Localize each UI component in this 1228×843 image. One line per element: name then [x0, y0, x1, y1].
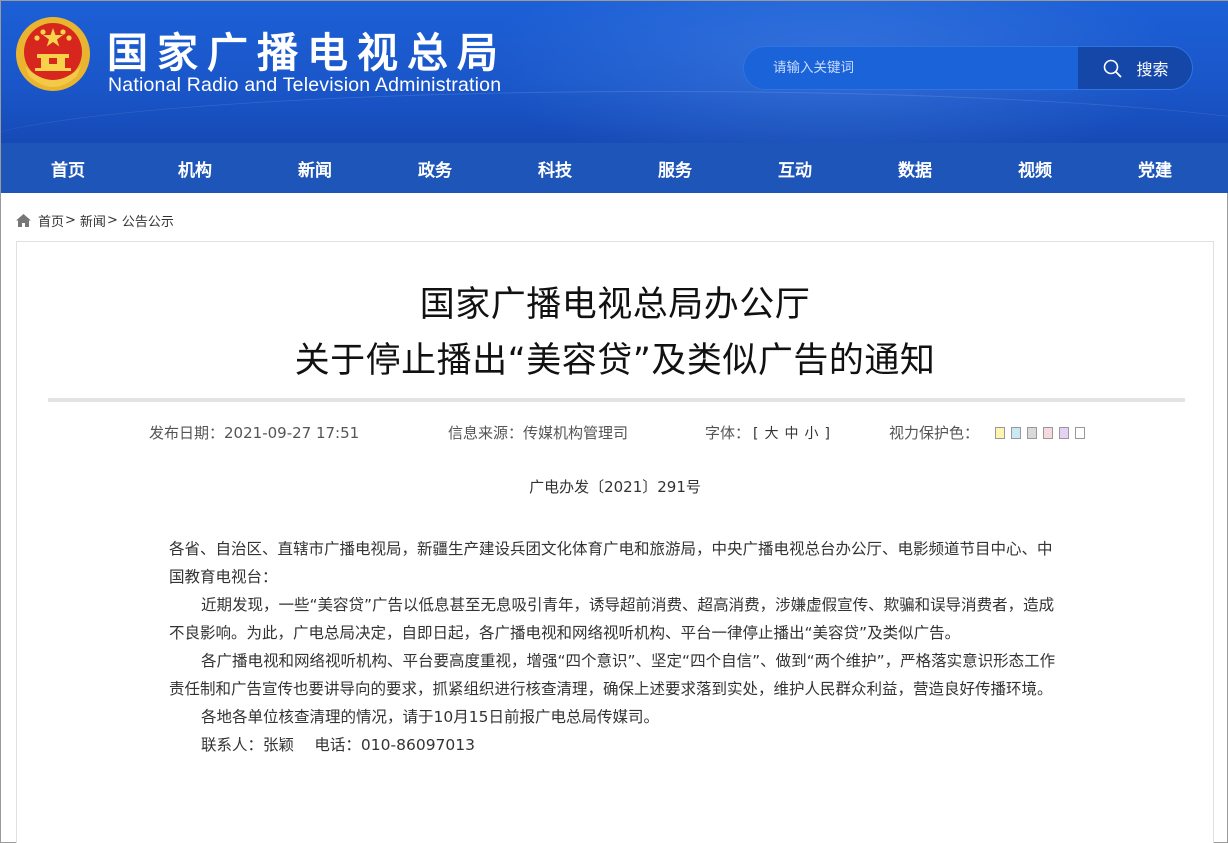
search-input[interactable]: [744, 47, 1078, 89]
nav-item-home[interactable]: 首页: [1, 143, 135, 193]
info-source-value: 传媒机构管理司: [523, 424, 629, 442]
eye-color-swatch-blue[interactable]: [1011, 426, 1022, 439]
search-button-label: 搜索: [1136, 60, 1169, 79]
font-size-small[interactable]: 小: [804, 426, 818, 442]
nav-item-technology[interactable]: 科技: [495, 143, 615, 193]
font-bracket-open: [: [753, 426, 759, 442]
eye-protection-colors: 视力保护色：: [889, 422, 1091, 443]
eye-color-swatch-pink[interactable]: [1043, 426, 1054, 439]
nav-item-interaction[interactable]: 互动: [735, 143, 855, 193]
breadcrumb-news[interactable]: 新闻: [80, 211, 106, 230]
article-title: 国家广播电视总局办公厅 关于停止播出“美容贷”及类似广告的通知: [17, 277, 1213, 389]
nav-item-video[interactable]: 视频: [975, 143, 1095, 193]
info-source: 信息来源：传媒机构管理司: [448, 422, 628, 443]
info-source-label: 信息来源：: [448, 424, 524, 442]
font-size-medium[interactable]: 中: [784, 426, 798, 442]
search-icon: [1104, 59, 1122, 77]
eye-color-swatch-white[interactable]: [1075, 426, 1086, 439]
nav-item-news[interactable]: 新闻: [255, 143, 375, 193]
nav-item-services[interactable]: 服务: [615, 143, 735, 193]
home-icon: [16, 213, 31, 227]
eye-color-swatch-purple[interactable]: [1059, 426, 1070, 439]
breadcrumb-separator: >: [106, 212, 118, 228]
article-card: 国家广播电视总局办公厅 关于停止播出“美容贷”及类似广告的通知 发布日期：202…: [16, 241, 1214, 843]
body-paragraph-contact: 联系人：张颖 电话：010-86097013: [201, 736, 475, 754]
site-title-en[interactable]: National Radio and Television Administra…: [108, 74, 501, 97]
eye-protection-label: 视力保护色：: [889, 424, 980, 442]
site-title-cn[interactable]: 国家广播电视总局: [107, 19, 507, 79]
body-paragraph: 近期发现，一些“美容贷”广告以低息甚至无息吸引青年，诱导超前消费、超高消费，涉嫌…: [169, 596, 1055, 642]
breadcrumb-separator: >: [65, 212, 76, 228]
main-nav: 首页 机构 新闻 政务 科技 服务 互动 数据 视频 党建: [1, 143, 1228, 193]
font-size-large[interactable]: 大: [764, 426, 778, 442]
breadcrumb-announcements[interactable]: 公告公示: [122, 211, 174, 230]
site-header: 国家广播电视总局 National Radio and Television A…: [1, 1, 1228, 143]
font-size-label: 字体：: [705, 424, 751, 442]
publish-date-value: 2021-09-27 17:51: [224, 424, 360, 442]
breadcrumb-home[interactable]: 首页: [38, 211, 64, 230]
nav-item-data[interactable]: 数据: [855, 143, 975, 193]
body-paragraph-salutation: 各省、自治区、直辖市广播电视局，新疆生产建设兵团文化体育广电和旅游局，中央广播电…: [169, 540, 1053, 586]
nav-item-party-building[interactable]: 党建: [1095, 143, 1215, 193]
publish-date: 发布日期：2021-09-27 17:51: [149, 422, 359, 443]
font-bracket-close: ]: [824, 426, 830, 442]
article-body: 各省、自治区、直辖市广播电视局，新疆生产建设兵团文化体育广电和旅游局，中央广播电…: [169, 535, 1067, 759]
search-box: 搜索: [743, 46, 1193, 90]
document-number: 广电办发〔2021〕291号: [529, 478, 701, 496]
publish-date-label: 发布日期：: [149, 424, 225, 442]
title-divider: [48, 398, 1185, 402]
body-paragraph: 各地各单位核查清理的情况，请于10月15日前报广电总局传媒司。: [201, 708, 659, 726]
national-emblem-icon[interactable]: [15, 16, 91, 92]
search-button[interactable]: 搜索: [1078, 47, 1192, 89]
font-size-control: 字体：[ 大中小]: [705, 422, 833, 443]
breadcrumb: 首页 > 新闻 > 公告公示: [15, 210, 174, 230]
article-title-line-2: 关于停止播出“美容贷”及类似广告的通知: [294, 341, 936, 381]
eye-color-swatch-yellow[interactable]: [995, 426, 1006, 439]
article-title-line-1: 国家广播电视总局办公厅: [419, 285, 811, 325]
eye-color-swatch-gray[interactable]: [1027, 426, 1038, 439]
body-paragraph: 各广播电视和网络视听机构、平台要高度重视，增强“四个意识”、坚定“四个自信”、做…: [169, 652, 1056, 698]
nav-item-government-affairs[interactable]: 政务: [375, 143, 495, 193]
nav-item-organization[interactable]: 机构: [135, 143, 255, 193]
